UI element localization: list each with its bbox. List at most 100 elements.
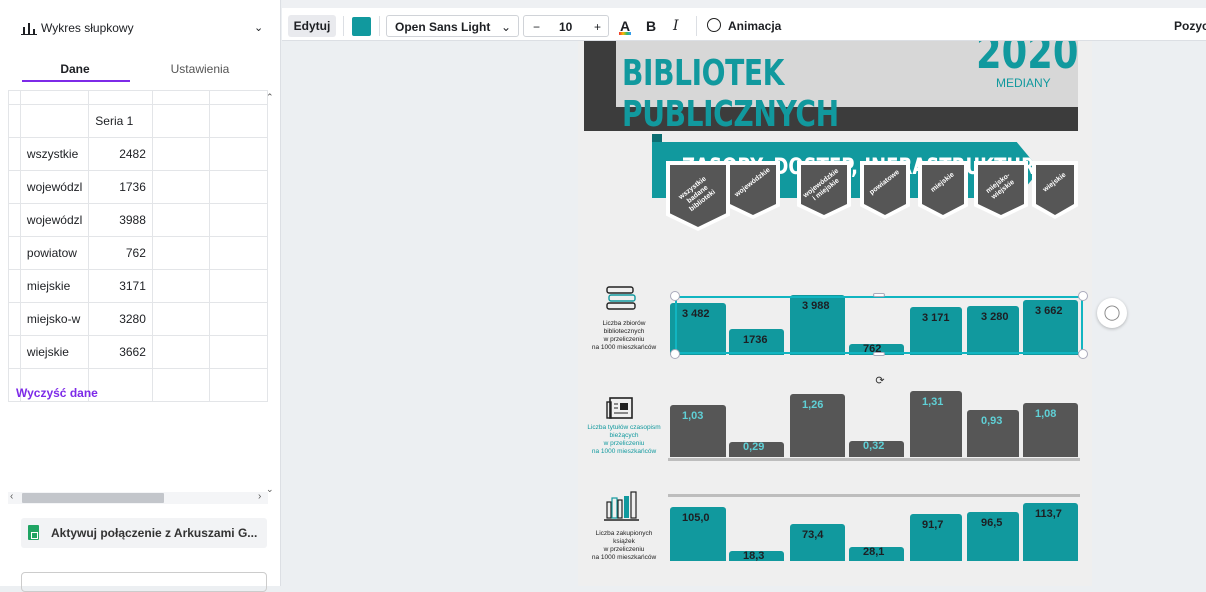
category-badge[interactable]: powiatowe	[860, 161, 910, 219]
bookshelf-icon	[604, 491, 639, 521]
table-row: miejsko-w 3280	[8, 302, 268, 336]
color-swatch-button[interactable]	[352, 17, 371, 36]
add-comment-button[interactable]: ◯	[1097, 298, 1127, 328]
tab-data[interactable]: Dane	[20, 62, 130, 76]
scrollbar-thumb[interactable]	[22, 493, 164, 503]
animation-button[interactable]: Animacja	[707, 15, 781, 37]
grid-horizontal-scrollbar[interactable]: ‹ ›	[8, 491, 268, 504]
animation-label: Animacja	[728, 19, 782, 33]
google-sheets-icon	[28, 525, 39, 540]
chart-bar[interactable]: 1,26	[790, 394, 845, 457]
row-value-cell[interactable]: 762	[88, 236, 153, 270]
grid-cell[interactable]	[209, 104, 268, 138]
increase-size-button[interactable]: +	[594, 16, 601, 38]
grid-vertical-scrollbar[interactable]: ⌃ ⌄	[266, 92, 276, 494]
row-value-cell[interactable]: 3662	[88, 335, 153, 369]
chart-bar[interactable]: 113,7	[1023, 503, 1078, 561]
font-size-value[interactable]: 10	[559, 16, 572, 38]
row-label-cell[interactable]: wojewódzl	[19, 170, 90, 204]
category-badge[interactable]: wiejskie	[1032, 161, 1078, 219]
connect-sheets-button[interactable]: Aktywuj połączenie z Arkuszami G...	[21, 518, 267, 548]
chart-data-label: 0,29	[743, 441, 765, 453]
category-badge[interactable]: wszystkie badane biblioteki	[666, 161, 730, 231]
tab-settings[interactable]: Ustawienia	[145, 62, 255, 76]
row-value-cell[interactable]: 1736	[88, 170, 153, 204]
row-label-cell[interactable]: wojewódzl	[19, 203, 90, 237]
chart-bar[interactable]: 1,31	[910, 391, 962, 457]
font-size-stepper[interactable]: − 10 +	[523, 15, 609, 37]
table-row: wojewódzl 3988	[8, 203, 268, 237]
infographic-year[interactable]: 2020	[976, 41, 1078, 79]
chart-bar[interactable]: 91,7	[910, 514, 962, 561]
row-label-collections[interactable]: Liczba zbiorów bibliotecznych w przelicz…	[582, 320, 666, 352]
medians-label[interactable]: MEDIANY	[996, 76, 1051, 90]
row-value-cell[interactable]: 3280	[88, 302, 153, 336]
chart-baseline	[668, 458, 1080, 461]
row-value-cell[interactable]: 3988	[88, 203, 153, 237]
grid-cell[interactable]	[151, 104, 211, 138]
row-label-cell[interactable]: wszystkie	[19, 137, 90, 171]
decrease-size-button[interactable]: −	[533, 16, 540, 38]
text-color-button[interactable]: A	[619, 15, 631, 37]
row-label-cell[interactable]: powiatow	[19, 236, 90, 270]
resize-handle[interactable]	[1078, 291, 1088, 301]
infographic-title[interactable]: BIBLIOTEK PUBLICZNYCH	[622, 53, 989, 135]
grid-cell[interactable]	[88, 368, 153, 402]
row-label-purchased-books[interactable]: Liczba zakupionych książek w przeliczeni…	[582, 530, 666, 562]
category-badge[interactable]: wojewódzkie i miejskie	[797, 161, 851, 219]
chart-type-selector[interactable]: Wykres słupkowy ⌄	[0, 8, 281, 48]
scroll-left-icon[interactable]: ‹	[10, 491, 13, 502]
partial-input-box[interactable]	[21, 572, 267, 592]
resize-handle[interactable]	[670, 291, 680, 301]
selection-box[interactable]	[675, 296, 1083, 354]
data-grid[interactable]: Seria 1 wszystkie 2482 wojewódzl 1736 woje…	[8, 90, 268, 490]
row-label-cell[interactable]: miejsko-w	[19, 302, 90, 336]
row-label-periodicals[interactable]: Liczba tytułów czasopism bieżących w prz…	[582, 424, 666, 456]
chart-data-label: 1,03	[682, 410, 704, 422]
table-row: wiejskie 3662	[8, 335, 268, 369]
chart-bar[interactable]: 0,32	[849, 440, 904, 457]
font-family-select[interactable]: Open Sans Light ⌄	[386, 15, 519, 37]
row-value-cell[interactable]: 2482	[88, 137, 153, 171]
clear-data-link[interactable]: Wyczyść dane	[16, 386, 98, 400]
row-label-cell[interactable]: wiejskie	[19, 335, 90, 369]
chart-bar[interactable]: 96,5	[967, 512, 1019, 561]
category-badge[interactable]: miejskie	[918, 161, 968, 219]
scroll-right-icon[interactable]: ›	[258, 491, 261, 502]
chart-data-label: 1,31	[922, 396, 944, 408]
grid-cell[interactable]	[19, 104, 90, 138]
category-badge[interactable]: wojewódzkie	[726, 161, 780, 219]
chevron-down-icon: ⌄	[254, 22, 264, 34]
active-tab-indicator	[22, 80, 130, 82]
animation-icon	[707, 18, 721, 32]
chart-bar[interactable]: 1,08	[1023, 403, 1078, 457]
resize-handle[interactable]	[873, 293, 885, 297]
row-label-cell[interactable]: miejskie	[19, 269, 90, 303]
scroll-up-icon[interactable]: ⌃	[266, 92, 274, 103]
chart-bar[interactable]: 1,03	[670, 405, 726, 457]
resize-handle[interactable]	[1078, 349, 1088, 359]
row-value-cell[interactable]: 3171	[88, 269, 153, 303]
series-header-cell[interactable]: Seria 1	[88, 104, 153, 138]
chart-bar[interactable]: 0,93	[967, 410, 1019, 457]
bold-button[interactable]: B	[646, 15, 656, 37]
italic-button[interactable]: I	[673, 15, 679, 37]
books-stack-icon	[606, 286, 636, 310]
rotate-icon[interactable]: ⟳	[872, 374, 888, 390]
position-button[interactable]: Pozycja	[1174, 15, 1206, 37]
chart-bar[interactable]: 73,4	[790, 524, 845, 561]
table-row: wszystkie 2482	[8, 137, 268, 171]
edit-button[interactable]: Edytuj	[288, 15, 336, 37]
category-badge[interactable]: miejsko- wiejskie	[974, 161, 1028, 219]
chart-bar[interactable]: 18,3	[729, 550, 784, 562]
chart-bar[interactable]: 28,1	[849, 546, 904, 561]
panel-tabs: Dane Ustawienia	[0, 56, 281, 86]
font-family-value: Open Sans Light	[395, 20, 491, 34]
editor-toolbar: Edytuj Open Sans Light ⌄ − 10 + A B I An…	[282, 0, 1206, 41]
chart-bar[interactable]: 105,0	[670, 507, 726, 561]
resize-handle[interactable]	[670, 349, 680, 359]
divider	[696, 16, 697, 36]
resize-handle[interactable]	[873, 352, 885, 356]
chart-data-label: 73,4	[802, 529, 824, 541]
chart-bar[interactable]: 0,29	[729, 441, 784, 457]
